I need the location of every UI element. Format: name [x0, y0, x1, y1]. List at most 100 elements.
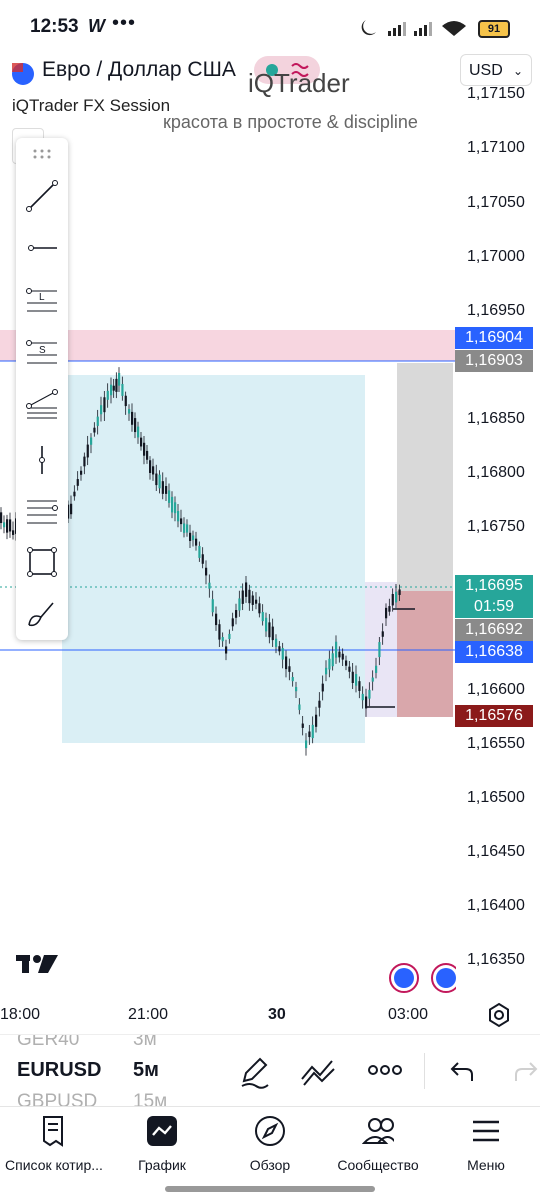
price-tag: 1,16904: [455, 327, 533, 349]
ticker-switcher[interactable]: GER40 3м EURUSD 5м GBPUSD 15м: [0, 1034, 540, 1107]
candle-body: [385, 607, 388, 619]
candle-body: [149, 460, 152, 473]
more-icon[interactable]: [368, 1063, 402, 1077]
currency-select[interactable]: USD ⌄: [460, 54, 532, 86]
battery-icon: 91: [478, 20, 510, 38]
fibonacci-icon: [26, 389, 58, 419]
vertical-line-icon: [39, 446, 45, 474]
watchlist-icon: [43, 1116, 63, 1147]
candle-body: [361, 693, 364, 701]
indicator-label[interactable]: iQTrader FX Session: [12, 96, 170, 116]
nav-label: График: [138, 1157, 186, 1173]
pencil-icon[interactable]: [238, 1055, 272, 1089]
price-tick-label: 1,17000: [467, 248, 525, 265]
brush-tool[interactable]: [16, 594, 68, 634]
chart-icon: [147, 1116, 177, 1146]
currency-value: USD: [469, 62, 503, 79]
price-tag: 1,16903: [455, 350, 533, 372]
parallel-channel-tool[interactable]: [16, 492, 68, 532]
signal-icon-2: [414, 22, 432, 36]
redo-icon[interactable]: [514, 1059, 540, 1083]
candle-body: [338, 651, 341, 658]
candle-body: [73, 491, 76, 497]
undo-icon[interactable]: [448, 1059, 476, 1083]
candle-body: [345, 660, 348, 666]
rectangle-tool[interactable]: [16, 542, 68, 582]
economic-events[interactable]: [386, 962, 456, 994]
price-chart[interactable]: [0, 52, 540, 1032]
signal-icon-1: [388, 22, 406, 36]
candle-body: [106, 390, 109, 400]
wifi-icon: [442, 21, 466, 36]
short-position-tool[interactable]: S: [16, 332, 68, 372]
price-tick-label: 1,16750: [467, 518, 525, 535]
currency-flags-icon: [12, 63, 34, 85]
settings-icon[interactable]: [486, 1002, 512, 1028]
candle-body: [281, 648, 284, 660]
nav-label: Сообщество: [337, 1157, 419, 1173]
candle-body: [258, 603, 261, 614]
candle-body: [103, 397, 106, 413]
price-tag: 1,16576: [455, 705, 533, 727]
long-position-tool[interactable]: L: [16, 280, 68, 320]
candle-body: [378, 642, 381, 658]
candle-body: [131, 411, 134, 425]
stop-zone: [397, 591, 453, 717]
candle-body: [124, 395, 127, 407]
community-icon: [362, 1118, 394, 1144]
candle-body: [12, 530, 15, 535]
candle-body: [86, 444, 89, 458]
candle-body: [168, 490, 171, 503]
candle-body: [146, 450, 149, 460]
candle-body: [118, 372, 121, 386]
ticker-current-interval[interactable]: 5м: [133, 1059, 159, 1082]
price-tick-label: 1,16500: [467, 789, 525, 806]
indicators-icon[interactable]: [300, 1057, 336, 1087]
fib-tool[interactable]: [16, 384, 68, 424]
candle-body: [112, 385, 115, 391]
nav-label: Меню: [467, 1157, 505, 1173]
trend-line-tool[interactable]: [16, 176, 68, 216]
candle-body: [121, 383, 124, 396]
drag-handle-icon[interactable]: [16, 138, 68, 170]
ticker-next-symbol[interactable]: GBPUSD: [17, 1091, 97, 1107]
symbol-title[interactable]: Евро / Доллар США: [42, 58, 236, 82]
candle-body: [305, 740, 308, 749]
candle-body: [335, 641, 338, 658]
vertical-line-tool[interactable]: [16, 440, 68, 480]
candle-body: [355, 674, 358, 686]
target-zone: [397, 363, 453, 591]
ticker-prev-interval[interactable]: 3м: [133, 1035, 157, 1051]
ticker-current-symbol[interactable]: EURUSD: [17, 1059, 101, 1082]
horizontal-ray-tool[interactable]: [16, 228, 68, 268]
moon-icon: [361, 20, 376, 36]
candle-body: [208, 582, 211, 589]
rectangle-icon: [27, 547, 57, 577]
slogan-watermark: красота в простоте & discipline: [163, 112, 418, 132]
app-badge: W: [88, 16, 105, 36]
candle-body: [171, 496, 174, 513]
candle-body: [391, 593, 394, 606]
status-bar: 12:53 W ••• 91: [0, 0, 540, 52]
candle-body: [143, 442, 146, 456]
candle-body: [358, 681, 361, 691]
compass-icon: [255, 1116, 285, 1146]
nav-menu[interactable]: Меню: [432, 1107, 540, 1201]
tradingview-logo: [16, 955, 58, 973]
price-tag: 01:59: [455, 596, 533, 618]
candle-body: [238, 598, 241, 611]
long-position-icon: L: [26, 288, 57, 312]
candle-body: [325, 667, 328, 675]
time-label-2: 30: [268, 1006, 286, 1023]
candle-body: [241, 590, 244, 604]
candle-body: [268, 622, 271, 638]
time-label-3: 03:00: [388, 1006, 429, 1023]
gesture-bar: [165, 1186, 375, 1192]
candle-body: [165, 486, 168, 494]
price-tick-label: 1,16600: [467, 681, 525, 698]
candle-body: [368, 689, 371, 699]
ticker-prev-symbol[interactable]: GER40: [17, 1035, 79, 1051]
candle-body: [90, 437, 93, 445]
nav-watchlist[interactable]: Список котир...: [0, 1107, 108, 1201]
ticker-next-interval[interactable]: 15м: [133, 1091, 167, 1107]
